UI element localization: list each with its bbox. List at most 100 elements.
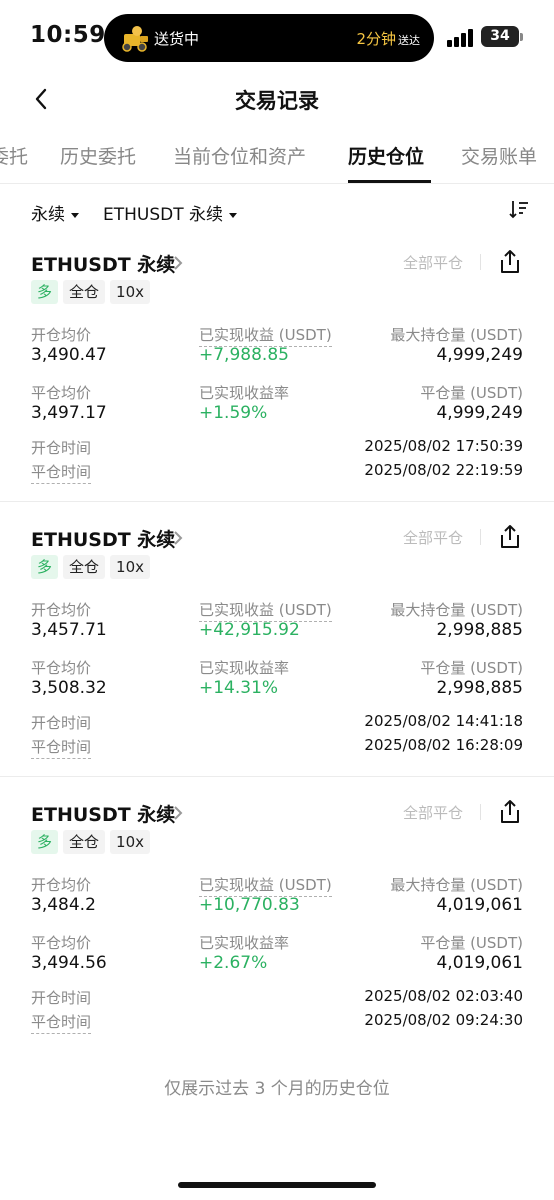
- nav-header: 交易记录: [0, 76, 554, 122]
- close-time-label[interactable]: 平仓时间: [31, 736, 92, 759]
- realized-pnl-rate-value: +14.31%: [199, 678, 279, 698]
- cellular-signal-icon: [447, 29, 473, 47]
- position-tags: 多全仓 10x: [31, 280, 155, 304]
- position-symbol[interactable]: ETHUSDT 永续: [31, 800, 175, 827]
- close-amount-value: 4,019,061: [436, 953, 523, 973]
- realized-pnl-rate-label: 已实现收益率: [199, 934, 290, 952]
- card-divider: [0, 501, 554, 502]
- realized-pnl-value: +42,915.92: [199, 620, 300, 640]
- close-avg-label: 平仓均价: [31, 384, 92, 402]
- tab-current-positions[interactable]: 当前仓位和资产: [173, 142, 306, 169]
- margin-mode-tag: 全仓: [63, 555, 106, 579]
- max-position-label: 最大持仓量 (USDT): [390, 326, 523, 344]
- open-time-label: 开仓时间: [31, 714, 92, 732]
- divider: [480, 804, 481, 820]
- close-amount-label: 平仓量 (USDT): [420, 384, 523, 402]
- tab-trade-bills[interactable]: 交易账单: [461, 142, 537, 169]
- share-icon[interactable]: [498, 799, 522, 825]
- realized-pnl-label[interactable]: 已实现收益 (USDT): [199, 324, 332, 347]
- close-time-label[interactable]: 平仓时间: [31, 1011, 92, 1034]
- delivery-rider-icon: [122, 26, 148, 52]
- symbol-filter-label: ETHUSDT 永续: [103, 205, 224, 225]
- tab-position-history[interactable]: 历史仓位: [348, 142, 424, 169]
- close-time-value: 2025/08/02 22:19:59: [364, 461, 523, 479]
- close-avg-value: 3,497.17: [31, 403, 107, 423]
- chevron-right-icon[interactable]: [172, 529, 184, 547]
- open-time-value: 2025/08/02 14:41:18: [364, 712, 523, 730]
- contract-type-filter[interactable]: 永续: [31, 200, 79, 225]
- live-activity-island[interactable]: 送货中 2分钟 送达: [104, 14, 434, 62]
- open-time-label: 开仓时间: [31, 989, 92, 1007]
- realized-pnl-rate-label: 已实现收益率: [199, 659, 290, 677]
- margin-mode-tag: 全仓: [63, 280, 106, 304]
- close-amount-label: 平仓量 (USDT): [420, 934, 523, 952]
- position-symbol[interactable]: ETHUSDT 永续: [31, 250, 175, 277]
- close-all-button[interactable]: 全部平仓: [403, 252, 463, 273]
- card-divider: [0, 776, 554, 777]
- max-position-value: 4,019,061: [436, 895, 523, 915]
- position-card: ETHUSDT 永续 全部平仓 多全仓 10x 开仓均价 3,484.2 已实现收…: [0, 792, 554, 1067]
- open-time-value: 2025/08/02 02:03:40: [364, 987, 523, 1005]
- tab-orders[interactable]: 委托: [0, 142, 28, 169]
- close-avg-value: 3,508.32: [31, 678, 107, 698]
- divider: [480, 254, 481, 270]
- leverage-tag: 10x: [110, 830, 150, 854]
- status-time: 10:59: [30, 22, 106, 48]
- close-amount-value: 4,999,249: [436, 403, 523, 423]
- chevron-right-icon[interactable]: [172, 254, 184, 272]
- share-icon[interactable]: [498, 249, 522, 275]
- open-avg-label: 开仓均价: [31, 876, 92, 894]
- close-amount-value: 2,998,885: [436, 678, 523, 698]
- divider: [480, 529, 481, 545]
- position-card: ETHUSDT 永续 全部平仓 多全仓 10x 开仓均价 3,490.47 已实现…: [0, 242, 554, 517]
- position-tags: 多全仓 10x: [31, 555, 155, 579]
- chevron-right-icon[interactable]: [172, 804, 184, 822]
- max-position-value: 4,999,249: [436, 345, 523, 365]
- leverage-tag: 10x: [110, 280, 150, 304]
- margin-mode-tag: 全仓: [63, 830, 106, 854]
- active-tab-indicator: [348, 180, 431, 183]
- battery-cap: [520, 33, 523, 41]
- side-tag: 多: [31, 830, 59, 854]
- realized-pnl-label[interactable]: 已实现收益 (USDT): [199, 874, 332, 897]
- realized-pnl-value: +10,770.83: [199, 895, 300, 915]
- position-tags: 多全仓 10x: [31, 830, 155, 854]
- close-all-button[interactable]: 全部平仓: [403, 802, 463, 823]
- history-range-note: 仅展示过去 3 个月的历史仓位: [164, 1079, 390, 1099]
- side-tag: 多: [31, 280, 59, 304]
- symbol-filter[interactable]: ETHUSDT 永续: [103, 200, 238, 225]
- page-title: 交易记录: [235, 89, 319, 113]
- sort-icon[interactable]: [508, 198, 530, 220]
- realized-pnl-label[interactable]: 已实现收益 (USDT): [199, 599, 332, 622]
- open-avg-value: 3,490.47: [31, 345, 107, 365]
- eta-suffix: 送达: [398, 34, 420, 47]
- close-avg-label: 平仓均价: [31, 934, 92, 952]
- open-time-label: 开仓时间: [31, 439, 92, 457]
- delivery-status-text: 送货中: [154, 30, 200, 48]
- close-time-label[interactable]: 平仓时间: [31, 461, 92, 484]
- close-all-button[interactable]: 全部平仓: [403, 527, 463, 548]
- realized-pnl-rate-label: 已实现收益率: [199, 384, 290, 402]
- open-time-value: 2025/08/02 17:50:39: [364, 437, 523, 455]
- open-avg-label: 开仓均价: [31, 326, 92, 344]
- side-tag: 多: [31, 555, 59, 579]
- caret-down-icon: [71, 212, 79, 218]
- home-indicator[interactable]: [178, 1182, 376, 1188]
- delivery-eta: 2分钟 送达: [356, 28, 420, 49]
- realized-pnl-rate-value: +2.67%: [199, 953, 268, 973]
- battery-icon: 34: [481, 26, 519, 47]
- filter-row: 永续 ETHUSDT 永续: [0, 194, 554, 230]
- realized-pnl-rate-value: +1.59%: [199, 403, 268, 423]
- close-avg-label: 平仓均价: [31, 659, 92, 677]
- status-bar: 10:59 送货中 2分钟 送达 34: [0, 0, 554, 76]
- tab-order-history[interactable]: 历史委托: [60, 142, 136, 169]
- position-symbol[interactable]: ETHUSDT 永续: [31, 525, 175, 552]
- close-amount-label: 平仓量 (USDT): [420, 659, 523, 677]
- open-avg-value: 3,457.71: [31, 620, 107, 640]
- share-icon[interactable]: [498, 524, 522, 550]
- max-position-value: 2,998,885: [436, 620, 523, 640]
- position-card: ETHUSDT 永续 全部平仓 多全仓 10x 开仓均价 3,457.71 已实现…: [0, 517, 554, 792]
- close-time-value: 2025/08/02 09:24:30: [364, 1011, 523, 1029]
- contract-type-label: 永续: [31, 205, 65, 225]
- tab-bar: 委托 历史委托 当前仓位和资产 历史仓位 交易账单: [0, 128, 554, 184]
